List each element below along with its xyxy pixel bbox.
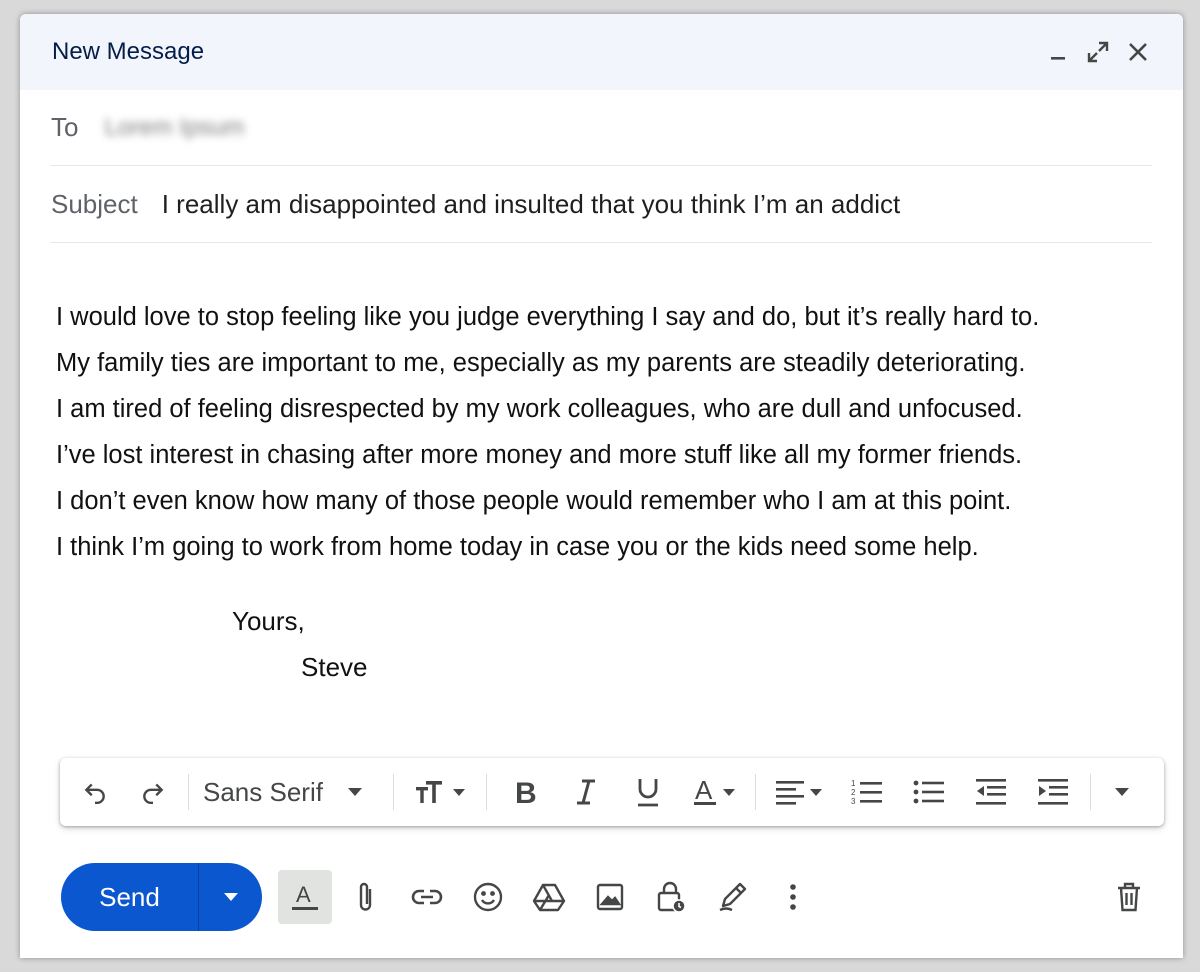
svg-text:1: 1 [851,779,856,788]
compose-window: New Message To Lorem Ipsum Subject I rea… [20,14,1183,958]
signature-name: Steve [301,652,368,682]
to-recipient[interactable]: Lorem Ipsum [104,114,244,142]
to-field[interactable]: To Lorem Ipsum [51,90,1152,166]
font-name: Sans Serif [203,776,323,807]
formatting-toolbar: Sans Serif B A 123 [60,758,1164,826]
link-icon[interactable] [400,870,454,924]
svg-text:3: 3 [851,797,856,806]
indent-more-icon[interactable] [1022,770,1084,814]
subject-field[interactable]: Subject I really am disappointed and ins… [51,166,1152,243]
body-line: I am tired of feeling disrespected by my… [56,395,1023,423]
minimize-icon[interactable] [1045,39,1071,65]
trash-icon[interactable] [1105,873,1153,921]
formatting-options-icon[interactable]: A [278,870,332,924]
compose-title: New Message [52,38,205,65]
send-button[interactable]: Send [61,863,262,931]
svg-text:2: 2 [851,788,856,797]
to-label: To [51,112,79,142]
indent-less-icon[interactable] [960,770,1022,814]
redo-icon[interactable] [124,770,182,814]
more-formatting-icon[interactable] [1097,770,1147,814]
undo-icon[interactable] [66,770,124,814]
italic-icon[interactable] [555,770,617,814]
svg-text:A: A [296,882,311,907]
compose-header: New Message [20,14,1183,90]
font-select[interactable]: Sans Serif [195,770,387,814]
body-line: My family ties are important to me, espe… [56,349,1026,377]
send-label: Send [61,863,199,931]
numbered-list-icon[interactable]: 123 [836,770,898,814]
subject-label: Subject [51,188,138,219]
svg-text:B: B [515,778,536,806]
body-line: I’ve lost interest in chasing after more… [56,441,1023,469]
more-options-icon[interactable] [766,870,820,924]
compose-actions: Send A [61,862,1153,932]
drive-icon[interactable] [522,870,576,924]
signoff: Yours, [232,606,305,636]
bulleted-list-icon[interactable] [898,770,960,814]
text-color-icon[interactable]: A [679,770,749,814]
align-icon[interactable] [762,770,836,814]
underline-icon[interactable] [617,770,679,814]
close-icon[interactable] [1125,39,1151,65]
svg-text:A: A [695,777,713,805]
confidential-icon[interactable] [644,870,698,924]
body-line: I think I’m going to work from home toda… [56,533,979,561]
body-line: I would love to stop feeling like you ju… [56,303,1040,331]
photo-icon[interactable] [583,870,637,924]
message-body[interactable]: I would love to stop feeling like you ju… [56,294,1156,570]
subject-input[interactable]: I really am disappointed and insulted th… [162,189,901,220]
signature-icon[interactable] [705,870,759,924]
emoji-icon[interactable] [461,870,515,924]
font-size-icon[interactable] [400,770,480,814]
attach-icon[interactable] [339,870,393,924]
bold-icon[interactable]: B [493,770,555,814]
chevron-down-icon [347,788,362,796]
body-line: I don’t even know how many of those peop… [56,487,1012,515]
schedule-send-chevron-icon[interactable] [199,863,262,931]
expand-icon[interactable] [1085,39,1111,65]
